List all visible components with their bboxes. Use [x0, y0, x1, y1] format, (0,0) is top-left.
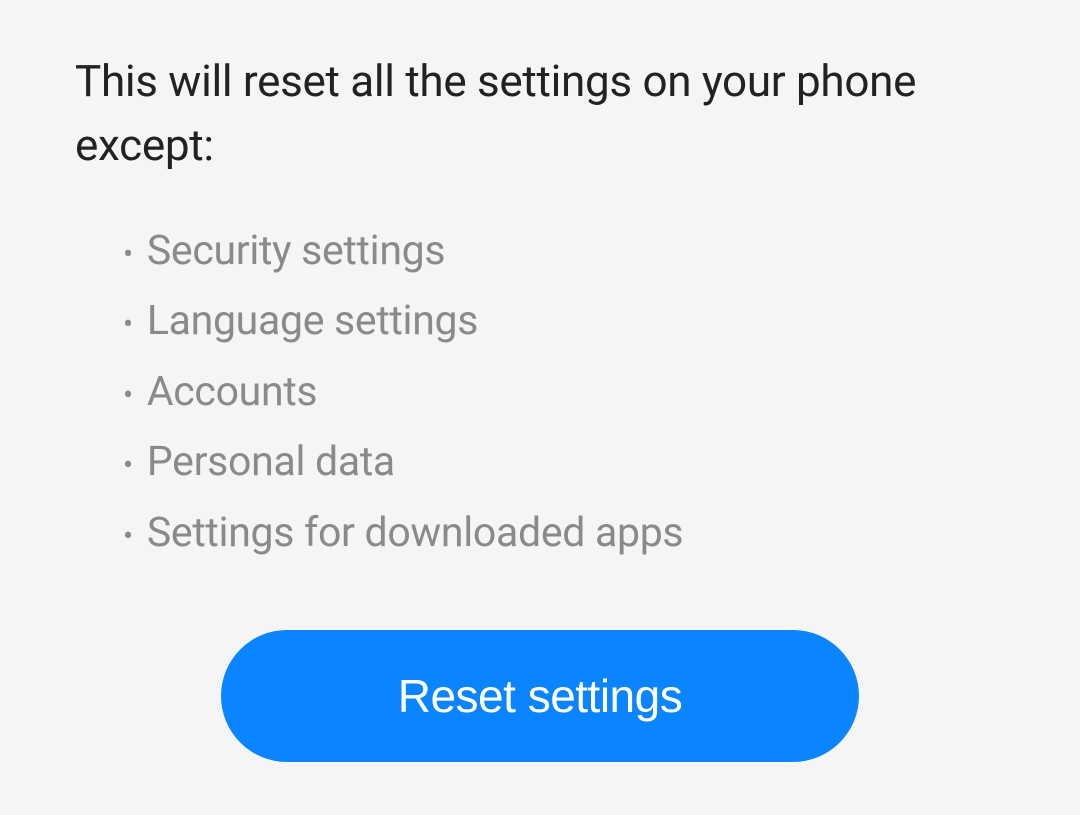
bullet-icon: • — [123, 511, 133, 563]
exception-label: Accounts — [147, 357, 317, 428]
exception-label: Settings for downloaded apps — [147, 498, 683, 569]
exception-label: Personal data — [147, 427, 395, 498]
button-container: Reset settings — [75, 630, 1005, 762]
reset-intro-text: This will reset all the settings on your… — [75, 50, 1005, 178]
bullet-icon: • — [123, 299, 133, 351]
list-item: • Language settings — [123, 286, 1005, 357]
bullet-icon: • — [123, 440, 133, 492]
list-item: • Settings for downloaded apps — [123, 498, 1005, 569]
list-item: • Personal data — [123, 427, 1005, 498]
list-item: • Accounts — [123, 357, 1005, 428]
reset-settings-button[interactable]: Reset settings — [221, 630, 859, 762]
bullet-icon: • — [123, 229, 133, 281]
exception-label: Language settings — [147, 286, 478, 357]
exceptions-list: • Security settings • Language settings … — [123, 216, 1005, 569]
exception-label: Security settings — [147, 216, 445, 287]
bullet-icon: • — [123, 370, 133, 422]
list-item: • Security settings — [123, 216, 1005, 287]
